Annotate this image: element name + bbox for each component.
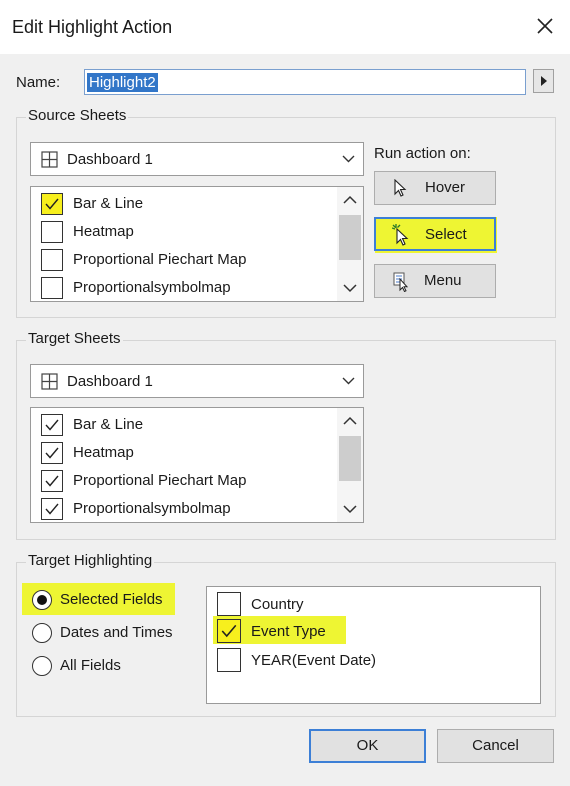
scroll-up-icon[interactable]	[343, 416, 357, 426]
checkbox-checked[interactable]	[41, 498, 63, 520]
target-dashboard-value: Dashboard 1	[67, 373, 153, 390]
list-item[interactable]: Bar & Line	[31, 411, 331, 439]
checkbox-checked[interactable]	[41, 193, 63, 215]
pointer-icon	[394, 179, 407, 197]
checkmark-icon	[45, 503, 59, 515]
menu-button[interactable]: Menu	[374, 264, 496, 298]
chevron-down-icon	[342, 377, 355, 385]
menu-button-label: Menu	[424, 272, 462, 289]
radio-all-fields[interactable]: All Fields	[30, 654, 190, 678]
list-item-label: Heatmap	[73, 444, 134, 461]
list-item[interactable]: Proportionalsymbolmap	[31, 495, 331, 522]
hover-button[interactable]: Hover	[374, 171, 496, 205]
select-button-label: Select	[425, 226, 467, 243]
select-pointer-icon	[392, 224, 409, 246]
list-item[interactable]: Proportionalsymbolmap	[31, 274, 331, 301]
dashboard-grid-icon	[41, 373, 58, 390]
close-icon	[537, 18, 553, 34]
scroll-thumb[interactable]	[339, 436, 361, 481]
radio-label: Dates and Times	[60, 624, 173, 641]
title-bar: Edit Highlight Action	[0, 0, 570, 54]
insert-field-button[interactable]	[533, 69, 554, 93]
list-item-label: YEAR(Event Date)	[251, 652, 377, 669]
name-label: Name:	[16, 74, 61, 91]
menu-pointer-icon	[393, 272, 409, 292]
ok-button[interactable]: OK	[309, 729, 426, 763]
list-item-label: Proportional Piechart Map	[73, 251, 247, 268]
target-sheets-title: Target Sheets	[26, 330, 123, 347]
radio-button[interactable]	[32, 656, 52, 676]
checkbox[interactable]	[217, 648, 241, 672]
list-item[interactable]: Heatmap	[31, 218, 331, 246]
checkmark-icon	[45, 475, 59, 487]
cancel-button[interactable]: Cancel	[437, 729, 554, 763]
checkbox[interactable]	[41, 249, 63, 271]
target-highlighting-title: Target Highlighting	[26, 552, 155, 569]
target-dashboard-select[interactable]: Dashboard 1	[30, 364, 364, 398]
edit-highlight-action-dialog: Edit Highlight Action Name: Highlight2 S…	[0, 0, 570, 786]
source-sheets-title: Source Sheets	[26, 107, 129, 124]
checkmark-icon	[45, 198, 59, 210]
list-item-label: Proportionalsymbolmap	[73, 500, 231, 517]
list-item[interactable]: Heatmap	[31, 439, 331, 467]
dialog-title: Edit Highlight Action	[12, 17, 173, 37]
checkmark-icon	[45, 447, 59, 459]
chevron-down-icon	[342, 155, 355, 163]
radio-label: Selected Fields	[60, 591, 163, 608]
source-list-scrollbar[interactable]	[337, 187, 363, 301]
list-item-label: Bar & Line	[73, 416, 144, 433]
name-input[interactable]: Highlight2	[84, 69, 526, 95]
list-item-label: Proportional Piechart Map	[73, 472, 247, 489]
list-item[interactable]: Event Type	[217, 619, 517, 645]
list-item[interactable]: Proportional Piechart Map	[31, 467, 331, 495]
radio-dates-and-times[interactable]: Dates and Times	[30, 621, 200, 645]
target-sheets-list: Bar & Line Heatmap Proportional Piechart…	[30, 407, 364, 523]
list-item-label: Heatmap	[73, 223, 134, 240]
name-input-value: Highlight2	[87, 73, 158, 92]
checkbox[interactable]	[41, 221, 63, 243]
checkmark-icon	[45, 419, 59, 431]
checkbox-checked[interactable]	[217, 619, 241, 643]
checkbox-checked[interactable]	[41, 442, 63, 464]
scroll-up-icon[interactable]	[343, 195, 357, 205]
radio-button-selected[interactable]	[32, 590, 52, 610]
list-item[interactable]: Bar & Line	[31, 190, 331, 218]
fields-list: Country Event Type YEAR(Event Date)	[206, 586, 541, 704]
list-item-label: Event Type	[251, 623, 326, 640]
source-sheets-list: Bar & Line Heatmap Proportional Piechart…	[30, 186, 364, 302]
hover-button-label: Hover	[425, 179, 466, 196]
radio-label: All Fields	[60, 657, 121, 674]
scroll-thumb[interactable]	[339, 215, 361, 260]
checkbox-checked[interactable]	[41, 470, 63, 492]
list-item-label: Country	[251, 596, 304, 613]
checkbox-checked[interactable]	[41, 414, 63, 436]
source-dashboard-value: Dashboard 1	[67, 151, 153, 168]
scroll-down-icon[interactable]	[343, 504, 357, 514]
source-dashboard-select[interactable]: Dashboard 1	[30, 142, 364, 176]
list-item[interactable]: Proportional Piechart Map	[31, 246, 331, 274]
list-item[interactable]: Country	[217, 592, 517, 618]
dashboard-grid-icon	[41, 151, 58, 168]
target-list-scrollbar[interactable]	[337, 408, 363, 522]
list-item[interactable]: YEAR(Event Date)	[217, 648, 517, 674]
list-item-label: Bar & Line	[73, 195, 144, 212]
checkmark-icon	[221, 624, 237, 638]
radio-button[interactable]	[32, 623, 52, 643]
triangle-right-icon	[540, 76, 547, 86]
run-action-label: Run action on:	[374, 145, 471, 162]
scroll-down-icon[interactable]	[343, 283, 357, 293]
close-button[interactable]	[528, 8, 562, 44]
radio-selected-fields[interactable]: Selected Fields	[30, 588, 190, 612]
select-button[interactable]: Select	[374, 217, 496, 251]
checkbox[interactable]	[41, 277, 63, 299]
checkbox[interactable]	[217, 592, 241, 616]
list-item-label: Proportionalsymbolmap	[73, 279, 231, 296]
